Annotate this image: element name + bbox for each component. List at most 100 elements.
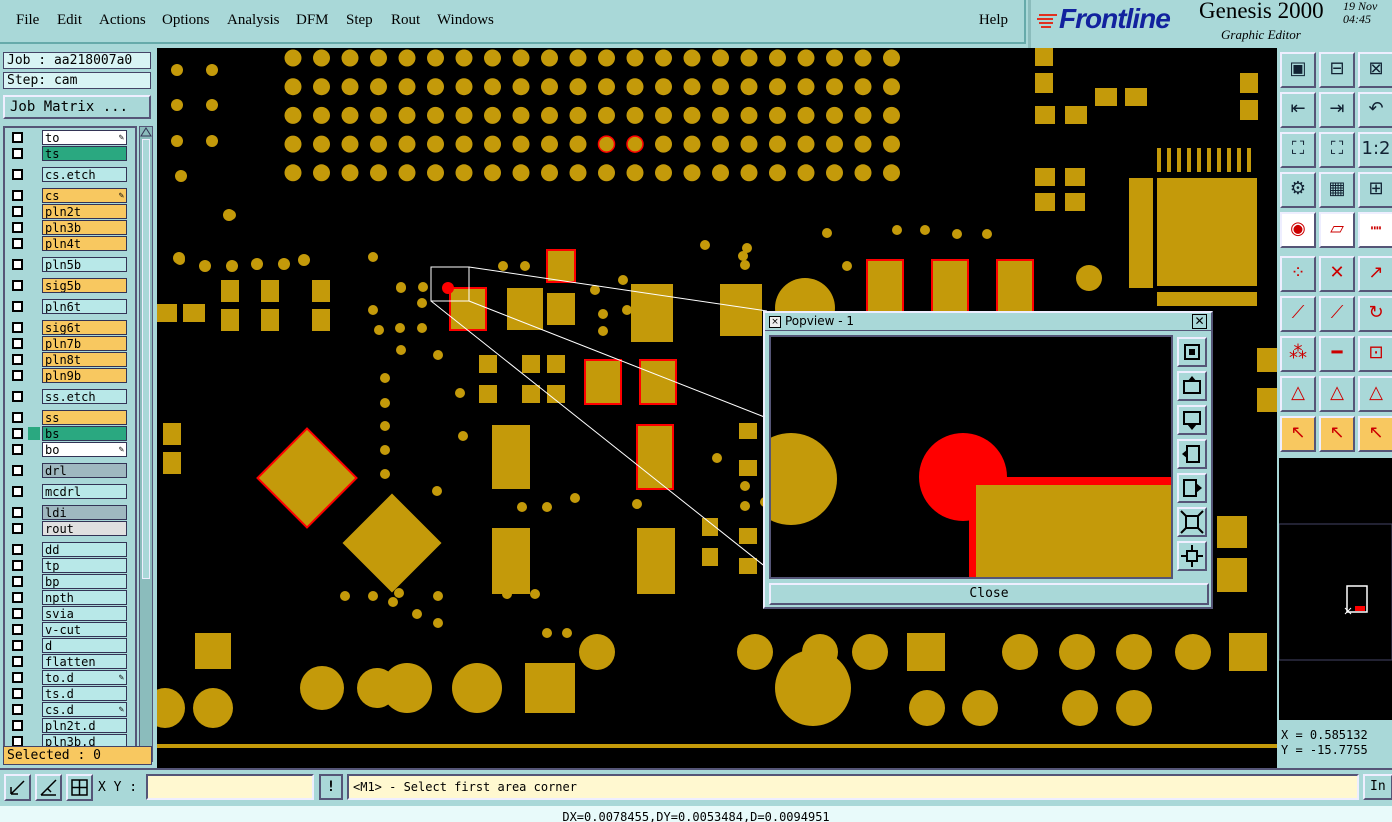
tool-layer-view[interactable]: ⊞ bbox=[1358, 172, 1392, 208]
pcb-pad[interactable] bbox=[683, 49, 701, 67]
pcb-pad[interactable] bbox=[532, 289, 542, 299]
tool-snap[interactable]: ⚙ bbox=[1280, 172, 1316, 208]
pcb-pad[interactable] bbox=[313, 106, 330, 124]
pcb-pad[interactable] bbox=[512, 135, 530, 153]
layer-row-bo[interactable]: bo ✎ bbox=[5, 442, 135, 457]
pcb-smd-pad[interactable] bbox=[261, 280, 279, 302]
pcb-smd-pad[interactable] bbox=[1237, 148, 1241, 172]
pcb-pad[interactable] bbox=[622, 305, 632, 315]
pcb-pad[interactable] bbox=[598, 309, 608, 319]
pcb-pad[interactable] bbox=[484, 164, 501, 182]
pcb-pad[interactable] bbox=[370, 106, 387, 124]
layer-checkbox[interactable] bbox=[12, 301, 23, 312]
tool-select-feature[interactable]: ↖ bbox=[1319, 416, 1355, 452]
pcb-pad[interactable] bbox=[1076, 265, 1102, 291]
pcb-smd-pad[interactable] bbox=[163, 452, 181, 474]
pcb-pad[interactable] bbox=[797, 164, 815, 182]
layer-row-pln2t-d[interactable]: pln2t.d bbox=[5, 718, 135, 733]
layer-checkbox[interactable] bbox=[12, 523, 23, 534]
pcb-pad[interactable] bbox=[712, 78, 729, 96]
pcb-pad[interactable] bbox=[175, 170, 187, 182]
pcb-pad[interactable] bbox=[737, 634, 773, 670]
pcb-pad[interactable] bbox=[298, 254, 310, 266]
pcb-pad[interactable] bbox=[284, 49, 302, 67]
pcb-pad[interactable] bbox=[892, 225, 902, 235]
layer-row-to-d[interactable]: to.d ✎ bbox=[5, 670, 135, 685]
tool-zoom-area[interactable]: ⛶ bbox=[1319, 132, 1355, 168]
layer-checkbox[interactable] bbox=[12, 190, 23, 201]
pcb-pad[interactable] bbox=[769, 135, 786, 153]
pcb-pad[interactable] bbox=[570, 493, 580, 503]
layer-checkbox[interactable] bbox=[12, 688, 23, 699]
layer-checkbox[interactable] bbox=[12, 222, 23, 233]
pcb-pad[interactable] bbox=[598, 164, 615, 182]
pcb-pad[interactable] bbox=[683, 106, 701, 124]
pcb-pad[interactable] bbox=[740, 78, 758, 96]
pcb-pad[interactable] bbox=[655, 106, 672, 124]
pcb-smd-pad[interactable] bbox=[931, 259, 969, 313]
pcb-pad[interactable] bbox=[740, 501, 750, 511]
pcb-pad[interactable] bbox=[854, 106, 872, 124]
layer-row-cs-etch[interactable]: cs.etch bbox=[5, 167, 135, 182]
pcb-smd-pad[interactable] bbox=[1157, 148, 1161, 172]
layer-name[interactable]: bo ✎ bbox=[42, 442, 127, 457]
layer-name[interactable]: sig5b bbox=[42, 278, 127, 293]
pcb-pad[interactable] bbox=[626, 49, 644, 67]
pcb-pad[interactable] bbox=[396, 345, 406, 355]
menu-options[interactable]: Options bbox=[162, 12, 210, 29]
layer-row-v-cut[interactable]: v-cut bbox=[5, 622, 135, 637]
layer-name[interactable]: to.d ✎ bbox=[42, 670, 127, 685]
pcb-smd-pad[interactable] bbox=[1217, 558, 1247, 592]
pcb-pad[interactable] bbox=[883, 106, 900, 124]
pcb-pad[interactable] bbox=[171, 135, 183, 147]
pcb-smd-pad[interactable] bbox=[739, 460, 757, 476]
layer-checkbox[interactable] bbox=[12, 280, 23, 291]
pcb-smd-pad[interactable] bbox=[1157, 178, 1257, 286]
pcb-smd-pad[interactable] bbox=[525, 663, 575, 713]
layer-name[interactable]: bp bbox=[42, 574, 127, 589]
pcb-pad[interactable] bbox=[380, 445, 390, 455]
layer-name[interactable]: to ✎ bbox=[42, 130, 127, 145]
pcb-pad[interactable] bbox=[541, 135, 558, 153]
pcb-smd-pad[interactable] bbox=[522, 355, 540, 373]
layer-row-ss[interactable]: ss bbox=[5, 410, 135, 425]
pcb-smd-pad[interactable] bbox=[584, 359, 622, 405]
pcb-pad[interactable] bbox=[700, 240, 710, 250]
pcb-pad[interactable] bbox=[569, 135, 587, 153]
pcb-pad[interactable] bbox=[484, 135, 501, 153]
layer-checkbox[interactable] bbox=[12, 412, 23, 423]
pcb-smd-pad[interactable] bbox=[1257, 348, 1277, 372]
pcb-pad[interactable] bbox=[962, 690, 998, 726]
pcb-smd-pad[interactable] bbox=[1217, 516, 1247, 548]
tool-triangle-2[interactable]: △ bbox=[1319, 376, 1355, 412]
tool-drc[interactable]: ✕ bbox=[1319, 256, 1355, 292]
layer-name[interactable]: pln2t.d bbox=[42, 718, 127, 733]
pcb-pad[interactable] bbox=[251, 258, 263, 270]
pcb-pad[interactable] bbox=[826, 164, 843, 182]
layer-name[interactable]: cs.etch bbox=[42, 167, 127, 182]
pcb-pad[interactable] bbox=[1059, 634, 1095, 670]
pcb-smd-pad[interactable] bbox=[1247, 148, 1251, 172]
tool-scale[interactable]: 1:2 bbox=[1358, 132, 1392, 168]
tool-import[interactable]: ⇤ bbox=[1280, 92, 1316, 128]
pcb-pad[interactable] bbox=[569, 164, 587, 182]
layer-checkbox[interactable] bbox=[12, 704, 23, 715]
pcb-pad[interactable] bbox=[313, 49, 330, 67]
layer-name[interactable]: pln5b bbox=[42, 257, 127, 272]
tool-export[interactable]: ⇥ bbox=[1319, 92, 1355, 128]
pcb-smd-pad[interactable] bbox=[1167, 148, 1171, 172]
pcb-smd-pad[interactable] bbox=[1035, 106, 1055, 124]
pcb-pad[interactable] bbox=[655, 78, 672, 96]
layer-name[interactable]: tp bbox=[42, 558, 127, 573]
pcb-pad[interactable] bbox=[826, 135, 843, 153]
pcb-pad[interactable] bbox=[427, 49, 444, 67]
pcb-smd-pad[interactable] bbox=[547, 355, 565, 373]
board-edge-line[interactable] bbox=[157, 744, 1277, 748]
layer-name[interactable]: svia bbox=[42, 606, 127, 621]
pcb-pad[interactable] bbox=[1062, 690, 1098, 726]
pcb-pad[interactable] bbox=[484, 49, 501, 67]
scroll-up-icon[interactable] bbox=[140, 127, 152, 137]
pcb-pad[interactable] bbox=[388, 597, 398, 607]
pcb-pad[interactable] bbox=[175, 255, 185, 265]
pcb-pad[interactable] bbox=[920, 225, 930, 235]
